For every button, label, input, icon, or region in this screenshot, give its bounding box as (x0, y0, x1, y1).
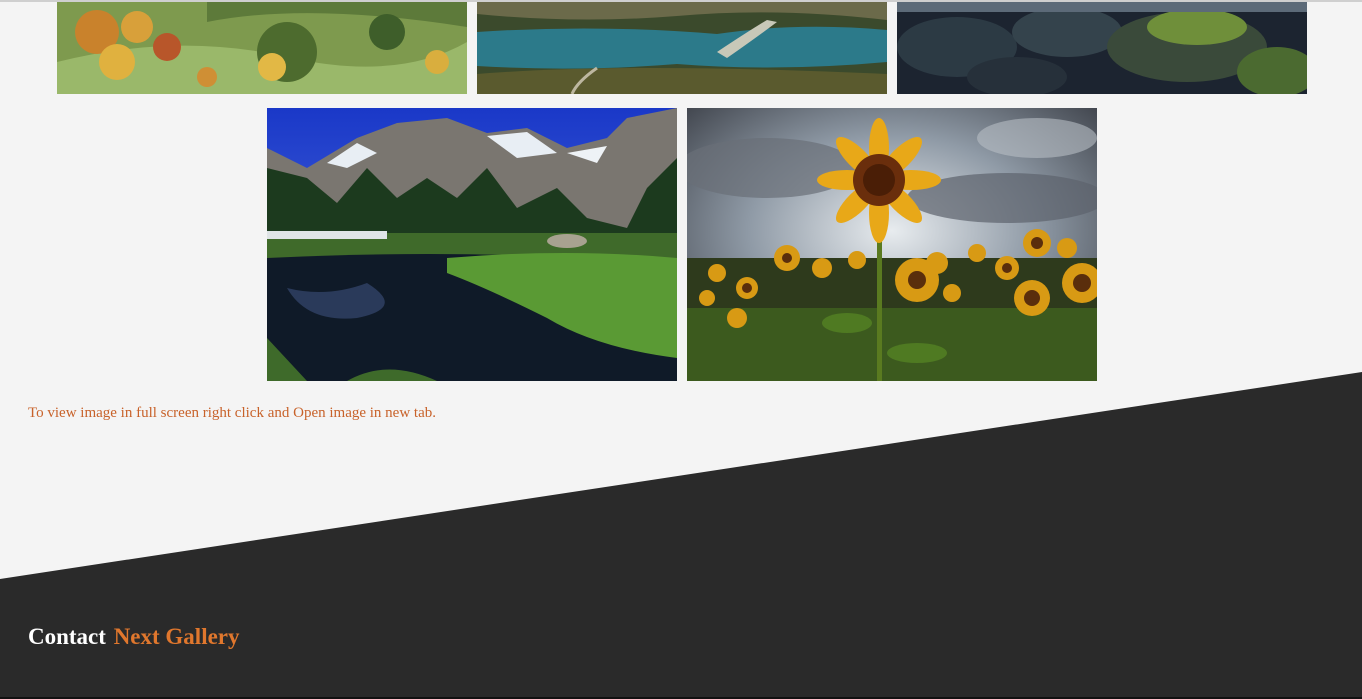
gallery-page: To view image in full screen right click… (0, 0, 1362, 699)
mossy-rocks-photo[interactable] (897, 2, 1307, 94)
sunflower-field-photo[interactable] (687, 108, 1097, 381)
fullscreen-instructions: To view image in full screen right click… (28, 405, 436, 421)
contact-link[interactable]: Contact (28, 624, 106, 649)
autumn-valley-photo[interactable] (57, 2, 467, 94)
footer-nav: Contact Next Gallery (28, 624, 240, 650)
alpine-pond-forest-photo[interactable] (267, 108, 677, 381)
mountain-lake-road-photo[interactable] (477, 2, 887, 94)
next-gallery-link[interactable]: Next Gallery (114, 624, 240, 649)
footer-background (0, 372, 1362, 699)
